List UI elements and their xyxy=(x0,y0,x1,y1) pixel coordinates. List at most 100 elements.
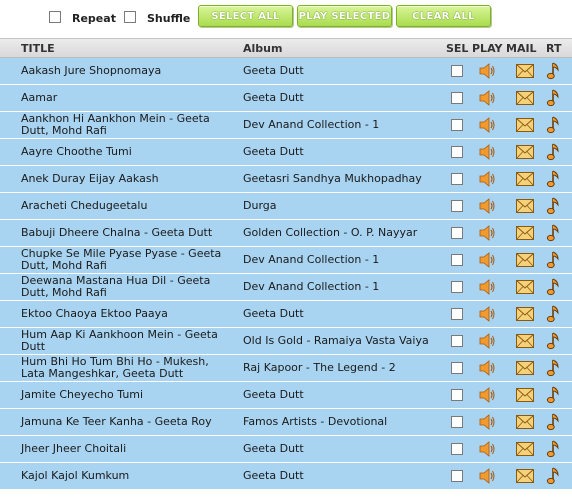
select-checkbox[interactable] xyxy=(451,389,463,401)
envelope-icon[interactable] xyxy=(516,388,534,402)
envelope-icon[interactable] xyxy=(516,172,534,186)
speaker-icon[interactable] xyxy=(478,359,496,377)
music-note-icon[interactable] xyxy=(546,196,562,216)
select-checkbox[interactable] xyxy=(451,308,463,320)
song-title[interactable]: Aayre Choothe Tumi xyxy=(21,139,233,165)
music-note-icon[interactable] xyxy=(546,169,562,189)
envelope-icon[interactable] xyxy=(516,442,534,456)
table-row: Aayre Choothe Tumi Geeta Dutt xyxy=(0,139,572,166)
music-note-icon[interactable] xyxy=(546,250,562,270)
select-checkbox[interactable] xyxy=(451,254,463,266)
song-album: Geeta Dutt xyxy=(243,145,304,158)
music-note-icon[interactable] xyxy=(546,277,562,297)
song-title[interactable]: Kajol Kajol Kumkum xyxy=(21,463,233,489)
envelope-icon[interactable] xyxy=(516,64,534,78)
envelope-icon[interactable] xyxy=(516,361,534,375)
song-title[interactable]: Jheer Jheer Choitali xyxy=(21,436,233,462)
select-checkbox[interactable] xyxy=(451,65,463,77)
song-title[interactable]: Deewana Mastana Hua Dil - Geeta Dutt, Mo… xyxy=(21,274,233,300)
speaker-icon[interactable] xyxy=(478,386,496,404)
envelope-icon[interactable] xyxy=(516,253,534,267)
song-title[interactable]: Aamar xyxy=(21,85,233,111)
speaker-icon[interactable] xyxy=(478,440,496,458)
speaker-icon[interactable] xyxy=(478,305,496,323)
speaker-icon[interactable] xyxy=(478,62,496,80)
song-list: Aakash Jure Shopnomaya Geeta Dutt Aamar … xyxy=(0,58,572,490)
repeat-checkbox[interactable] xyxy=(49,11,61,23)
envelope-icon[interactable] xyxy=(516,145,534,159)
song-album: Raj Kapoor - The Legend - 2 xyxy=(243,361,396,374)
envelope-icon[interactable] xyxy=(516,307,534,321)
clear-all-button[interactable]: CLEAR ALL xyxy=(396,5,491,27)
select-checkbox[interactable] xyxy=(451,335,463,347)
select-checkbox[interactable] xyxy=(451,146,463,158)
song-title[interactable]: Aracheti Chedugeetalu xyxy=(21,193,233,219)
table-row: Aakash Jure Shopnomaya Geeta Dutt xyxy=(0,58,572,85)
column-sel: SEL xyxy=(446,42,469,55)
song-title[interactable]: Babuji Dheere Chalna - Geeta Dutt xyxy=(21,220,233,246)
speaker-icon[interactable] xyxy=(478,89,496,107)
select-checkbox[interactable] xyxy=(451,119,463,131)
song-album: Geetasri Sandhya Mukhopadhay xyxy=(243,172,422,185)
table-row: Jamite Cheyecho Tumi Geeta Dutt xyxy=(0,382,572,409)
song-title[interactable]: Jamite Cheyecho Tumi xyxy=(21,382,233,408)
music-note-icon[interactable] xyxy=(546,412,562,432)
envelope-icon[interactable] xyxy=(516,415,534,429)
music-note-icon[interactable] xyxy=(546,223,562,243)
shuffle-checkbox[interactable] xyxy=(124,11,136,23)
music-note-icon[interactable] xyxy=(546,88,562,108)
music-note-icon[interactable] xyxy=(546,439,562,459)
select-checkbox[interactable] xyxy=(451,416,463,428)
envelope-icon[interactable] xyxy=(516,118,534,132)
speaker-icon[interactable] xyxy=(478,332,496,350)
select-checkbox[interactable] xyxy=(451,281,463,293)
music-note-icon[interactable] xyxy=(546,304,562,324)
envelope-icon[interactable] xyxy=(516,334,534,348)
envelope-icon[interactable] xyxy=(516,280,534,294)
speaker-icon[interactable] xyxy=(478,251,496,269)
speaker-icon[interactable] xyxy=(478,224,496,242)
music-note-icon[interactable] xyxy=(546,61,562,81)
envelope-icon[interactable] xyxy=(516,469,534,483)
speaker-icon[interactable] xyxy=(478,278,496,296)
select-checkbox[interactable] xyxy=(451,200,463,212)
select-checkbox[interactable] xyxy=(451,227,463,239)
select-checkbox[interactable] xyxy=(451,362,463,374)
music-note-icon[interactable] xyxy=(546,142,562,162)
repeat-label: Repeat xyxy=(72,12,116,25)
song-title[interactable]: Aakash Jure Shopnomaya xyxy=(21,58,233,84)
music-note-icon[interactable] xyxy=(546,385,562,405)
music-note-icon[interactable] xyxy=(546,466,562,486)
speaker-icon[interactable] xyxy=(478,143,496,161)
select-all-button[interactable]: SELECT ALL xyxy=(198,5,293,27)
envelope-icon[interactable] xyxy=(516,226,534,240)
table-row: Ektoo Chaoya Ektoo Paaya Geeta Dutt xyxy=(0,301,572,328)
speaker-icon[interactable] xyxy=(478,467,496,485)
envelope-icon[interactable] xyxy=(516,199,534,213)
speaker-icon[interactable] xyxy=(478,116,496,134)
table-row: Anek Duray Eijay Aakash Geetasri Sandhya… xyxy=(0,166,572,193)
speaker-icon[interactable] xyxy=(478,170,496,188)
table-row: Hum Bhi Ho Tum Bhi Ho - Mukesh, Lata Man… xyxy=(0,355,572,382)
song-title[interactable]: Hum Bhi Ho Tum Bhi Ho - Mukesh, Lata Man… xyxy=(21,355,233,381)
music-note-icon[interactable] xyxy=(546,358,562,378)
song-title[interactable]: Hum Aap Ki Aankhoon Mein - Geeta Dutt xyxy=(21,328,233,354)
envelope-icon[interactable] xyxy=(516,91,534,105)
song-title[interactable]: Ektoo Chaoya Ektoo Paaya xyxy=(21,301,233,327)
select-checkbox[interactable] xyxy=(451,173,463,185)
play-selected-button[interactable]: PLAY SELECTED xyxy=(297,5,392,27)
song-title[interactable]: Aankhon Hi Aankhon Mein - Geeta Dutt, Mo… xyxy=(21,112,233,138)
music-note-icon[interactable] xyxy=(546,331,562,351)
song-title[interactable]: Chupke Se Mile Pyase Pyase - Geeta Dutt,… xyxy=(21,247,233,273)
song-title[interactable]: Jamuna Ke Teer Kanha - Geeta Roy xyxy=(21,409,233,435)
select-checkbox[interactable] xyxy=(451,443,463,455)
song-title[interactable]: Anek Duray Eijay Aakash xyxy=(21,166,233,192)
table-row: Deewana Mastana Hua Dil - Geeta Dutt, Mo… xyxy=(0,274,572,301)
speaker-icon[interactable] xyxy=(478,197,496,215)
music-note-icon[interactable] xyxy=(546,115,562,135)
select-checkbox[interactable] xyxy=(451,92,463,104)
table-row: Aankhon Hi Aankhon Mein - Geeta Dutt, Mo… xyxy=(0,112,572,139)
table-row: Jheer Jheer Choitali Geeta Dutt xyxy=(0,436,572,463)
speaker-icon[interactable] xyxy=(478,413,496,431)
select-checkbox[interactable] xyxy=(451,470,463,482)
